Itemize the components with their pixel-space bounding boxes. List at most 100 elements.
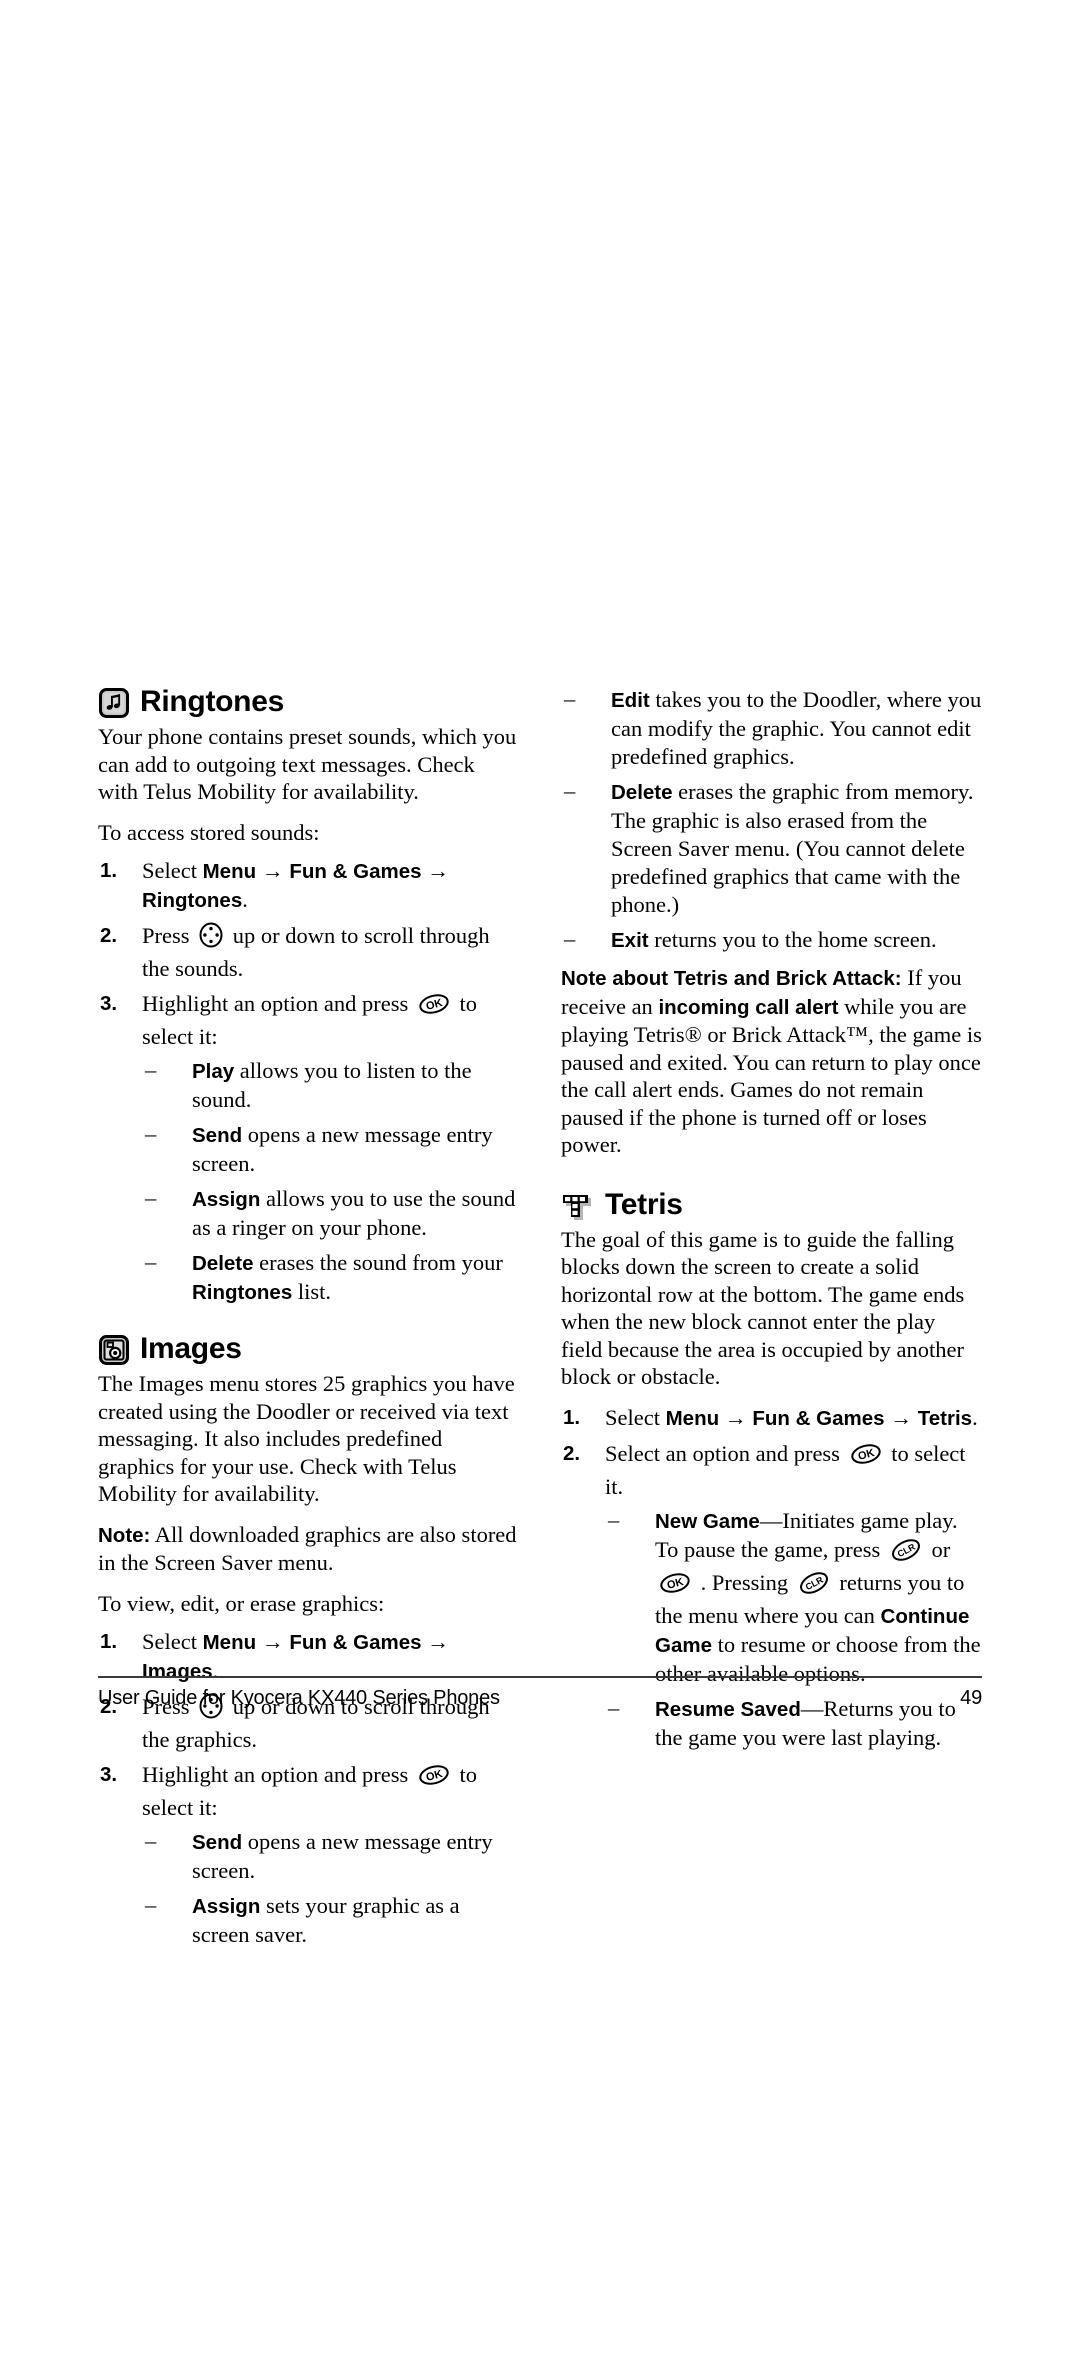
clr-key-icon: CLR (797, 1571, 831, 1602)
option-item: – Exit returns you to the home screen. (561, 926, 982, 955)
option-item: – Assign allows you to use the sound as a… (142, 1185, 519, 1242)
option-desc: erases the sound from your (253, 1250, 503, 1275)
arrow-icon: → (261, 1629, 284, 1654)
two-column-layout: Ringtones Your phone contains preset sou… (98, 686, 982, 1962)
step-text: Select an option and press (605, 1440, 846, 1466)
picture-camera-icon (98, 1334, 130, 1366)
option-item: – New Game—Initiates game play. To pause … (605, 1507, 982, 1688)
option-desc-c: . Pressing (695, 1569, 794, 1595)
arrow-icon: → (427, 1629, 450, 1654)
option-term: Delete (192, 1252, 254, 1275)
option-item: – Send opens a new message entry screen. (142, 1121, 519, 1178)
option-item: – Assign sets your graphic as a screen sa… (142, 1892, 519, 1949)
images-options-continued: – Edit takes you to the Doodler, where yo… (561, 686, 982, 955)
music-note-icon (98, 687, 130, 719)
step-number: 3. (100, 1763, 118, 1786)
option-desc: allows you to listen to the sound. (192, 1058, 472, 1112)
ringtones-options: – Play allows you to listen to the sound.… (142, 1057, 519, 1307)
section-title-text: Tetris (605, 1187, 683, 1221)
ok-key-icon: OK (849, 1442, 883, 1473)
step-item: 3. Highlight an option and press OK to se… (98, 1761, 519, 1949)
menu-path-menu: Menu (202, 860, 257, 883)
menu-path-fun-and-games: Fun & Games (289, 1631, 422, 1654)
note-body: All downloaded graphics are also stored … (98, 1521, 517, 1576)
step-number: 1. (100, 859, 118, 882)
option-term-secondary: Ringtones (192, 1281, 293, 1304)
arrow-icon: → (427, 858, 450, 883)
navigation-key-icon (198, 922, 224, 955)
game-note-label: Note about Tetris and Brick Attack: (561, 967, 902, 990)
right-column: – Edit takes you to the Doodler, where yo… (561, 686, 982, 1765)
step-text-end: . (972, 1404, 978, 1430)
page-footer: User Guide for Kyocera KX440 Series Phon… (98, 1676, 982, 1710)
images-lead-in: To view, edit, or erase graphics: (98, 1590, 385, 1616)
arrow-icon: → (724, 1404, 747, 1430)
step-item: 2. Press up or down to scroll through the… (98, 922, 519, 983)
menu-path-fun-and-games: Fun & Games (289, 860, 422, 883)
images-options: – Send opens a new message entry screen. … (142, 1828, 519, 1949)
step-text-end: . (242, 887, 248, 912)
dash-bullet: – (145, 1185, 157, 1210)
tetris-intro: The goal of this game is to guide the fa… (561, 1226, 965, 1390)
step-number: 1. (100, 1630, 118, 1653)
step-item: 1. Select Menu → Fun & Games → Tetris. (561, 1404, 982, 1433)
option-term: Send (192, 1124, 243, 1147)
images-note: Note: All downloaded graphics are also s… (98, 1521, 519, 1577)
arrow-icon: → (890, 1404, 913, 1430)
step-text: Select (142, 1629, 203, 1654)
step-number: 1. (563, 1405, 581, 1429)
page-content: Ringtones Your phone contains preset sou… (98, 686, 982, 1962)
left-column: Ringtones Your phone contains preset sou… (98, 686, 519, 1962)
arrow-icon: → (261, 858, 284, 883)
images-intro: The Images menu stores 25 graphics you h… (98, 1371, 515, 1506)
dash-bullet: – (145, 1249, 157, 1274)
step-item: 1. Select Menu → Fun & Games → Ringtones. (98, 857, 519, 915)
section-heading-tetris: Tetris (561, 1187, 982, 1222)
option-item: – Delete erases the graphic from memory. … (561, 778, 982, 919)
option-term: Delete (611, 781, 673, 804)
dash-bullet: – (145, 1121, 157, 1146)
step-item: 3. Highlight an option and press OK to se… (98, 990, 519, 1307)
option-desc: takes you to the Doodler, where you can … (611, 687, 982, 769)
dash-bullet: – (145, 1057, 157, 1082)
ringtones-lead-in: To access stored sounds: (98, 819, 320, 845)
option-term: New Game (655, 1509, 760, 1533)
dash-bullet: – (564, 926, 576, 951)
game-note-bold-inline: incoming call alert (658, 995, 839, 1019)
option-term: Send (192, 1831, 243, 1854)
note-label: Note: (98, 1523, 151, 1547)
dash-bullet: – (608, 1506, 620, 1532)
step-text: Select (605, 1404, 666, 1430)
dash-bullet: – (145, 1892, 157, 1917)
option-term: Assign (192, 1188, 261, 1211)
step-text: Press (142, 923, 196, 948)
ok-key-icon: OK (658, 1571, 692, 1602)
ok-key-icon: OK (417, 992, 451, 1023)
option-item: – Edit takes you to the Doodler, where yo… (561, 686, 982, 771)
tetris-block-icon (561, 1190, 593, 1222)
option-term: Exit (611, 929, 649, 952)
step-number: 2. (563, 1441, 581, 1465)
option-item: – Play allows you to listen to the sound. (142, 1057, 519, 1114)
clr-key-icon: CLR (889, 1538, 923, 1569)
section-title-text: Ringtones (140, 685, 284, 718)
step-number: 3. (100, 992, 118, 1015)
dash-bullet: – (564, 686, 576, 711)
option-term: Assign (192, 1895, 261, 1918)
menu-path-ringtones: Ringtones (142, 889, 243, 912)
section-heading-images: Images (98, 1333, 519, 1366)
menu-path-fun-and-games: Fun & Games (752, 1406, 885, 1430)
footer-row: User Guide for Kyocera KX440 Series Phon… (98, 1678, 982, 1710)
section-title-text: Images (140, 1332, 242, 1365)
step-text: Highlight an option and press (142, 1762, 414, 1787)
option-desc: returns you to the home screen. (648, 927, 937, 952)
step-text: Select (142, 858, 203, 883)
option-item: – Send opens a new message entry screen. (142, 1828, 519, 1885)
game-note: Note about Tetris and Brick Attack: If y… (561, 964, 982, 1159)
ringtones-steps: 1. Select Menu → Fun & Games → Ringtones.… (98, 857, 519, 1307)
option-item: – Delete erases the sound from your Ringt… (142, 1249, 519, 1307)
page-number: 49 (960, 1687, 982, 1709)
option-term: Play (192, 1060, 235, 1083)
option-term: Edit (611, 689, 650, 712)
menu-path-menu: Menu (665, 1406, 720, 1430)
